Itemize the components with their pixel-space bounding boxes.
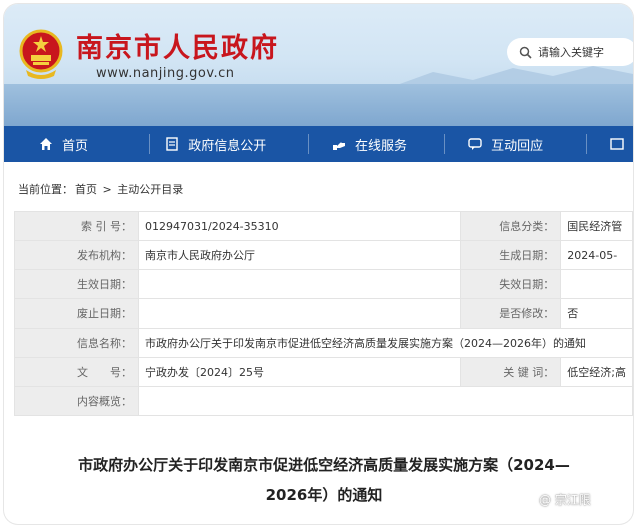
nav-divider <box>444 134 446 154</box>
nav-divider <box>149 134 151 154</box>
nav-label-home: 首页 <box>62 138 89 154</box>
nav-item-interaction[interactable]: 互动回应 <box>467 126 586 162</box>
nav-item-gov-info[interactable]: 政府信息公开 <box>164 126 308 162</box>
home-icon <box>40 138 52 150</box>
breadcrumb: 当前位置： 首页 > 主动公开目录 <box>18 181 185 197</box>
keywords-value: 低空经济;高 <box>560 356 633 387</box>
document-icon <box>166 137 178 151</box>
created-label: 生成日期： <box>460 240 562 271</box>
effective-label: 生效日期： <box>14 269 139 300</box>
nav-divider <box>308 134 309 154</box>
expire-value <box>560 269 633 300</box>
summary-label: 内容概览： <box>14 385 139 417</box>
nav-label-gov-info: 政府信息公开 <box>188 138 267 154</box>
effective-value <box>137 269 462 300</box>
name-value: 市政府办公厅关于印发南京市促进低空经济高质量发展实施方案（2024—2026年）… <box>138 327 633 358</box>
info-table: 索 引 号： 012947031/2024-35310 信息分类： 国民经济管 … <box>14 210 633 417</box>
search-icon[interactable] <box>519 46 532 59</box>
name-label: 信息名称： <box>14 327 139 358</box>
document-title: 市政府办公厅关于印发南京市促进低空经济高质量发展实施方案（2024— 2026年… <box>44 450 604 510</box>
summary-value <box>138 385 633 417</box>
created-value: 2024-05- <box>560 240 633 271</box>
site-title[interactable]: 南京市人民政府 <box>76 26 279 65</box>
modified-value: 否 <box>560 298 633 329</box>
table-row: 信息名称： 市政府办公厅关于印发南京市促进低空经济高质量发展实施方案（2024—… <box>14 327 633 358</box>
index-label: 索 引 号： <box>14 210 139 242</box>
chat-icon <box>468 138 482 150</box>
publisher-label: 发布机构： <box>14 240 139 271</box>
nav-divider <box>586 134 587 154</box>
lake-background <box>4 84 633 126</box>
table-row: 废止日期： 是否修改： 否 <box>14 298 633 329</box>
keywords-label: 关 键 词： <box>460 356 562 387</box>
modified-label: 是否修改： <box>460 298 562 329</box>
publisher-value: 南京市人民政府办公厅 <box>137 240 462 271</box>
document-title-line1: 市政府办公厅关于印发南京市促进低空经济高质量发展实施方案（2024— <box>78 456 570 474</box>
nav-label-online-service: 在线服务 <box>354 138 407 154</box>
table-row: 内容概览： <box>14 385 633 417</box>
table-row: 发布机构： 南京市人民政府办公厅 生成日期： 2024-05- <box>14 240 633 271</box>
header-banner: 南京市人民政府 www.nanjing.gov.cn 请输入关键字 <box>4 4 633 126</box>
national-emblem-icon <box>19 29 63 79</box>
table-row: 文 号： 宁政办发〔2024〕25号 关 键 词： 低空经济;高 <box>14 356 633 387</box>
page-frame: 南京市人民政府 www.nanjing.gov.cn 请输入关键字 首页 政府信… <box>4 4 633 524</box>
category-label: 信息分类： <box>460 210 562 242</box>
watermark: @ 宗江限 <box>539 493 591 507</box>
expire-label: 失效日期： <box>460 269 562 300</box>
search-placeholder: 请输入关键字 <box>538 46 604 59</box>
nav-label-interaction: 互动回应 <box>491 138 544 154</box>
site-url: www.nanjing.gov.cn <box>96 66 235 81</box>
abolish-value <box>137 298 462 329</box>
category-value: 国民经济管 <box>560 210 633 242</box>
breadcrumb-home-link[interactable]: 首页 <box>75 183 97 196</box>
main-nav: 首页 政府信息公开 在线服务 互动回应 <box>4 126 633 162</box>
breadcrumb-prefix: 当前位置： <box>18 183 73 196</box>
docno-label: 文 号： <box>14 356 139 387</box>
abolish-label: 废止日期： <box>14 298 139 329</box>
breadcrumb-current[interactable]: 主动公开目录 <box>117 183 183 196</box>
table-row: 生效日期： 失效日期： <box>14 269 633 300</box>
table-row: 索 引 号： 012947031/2024-35310 信息分类： 国民经济管 <box>14 210 633 242</box>
breadcrumb-separator: > <box>102 183 112 196</box>
docno-value: 宁政办发〔2024〕25号 <box>137 356 462 387</box>
nav-item-online-service[interactable]: 在线服务 <box>331 126 444 162</box>
nav-item-home[interactable]: 首页 <box>38 126 149 162</box>
nav-item-more[interactable] <box>609 126 633 162</box>
search-input[interactable]: 请输入关键字 <box>507 38 633 66</box>
service-icon <box>332 142 345 150</box>
more-nav-icon <box>610 138 624 150</box>
document-title-line2: 2026年）的通知 <box>265 486 383 504</box>
index-value: 012947031/2024-35310 <box>137 210 462 242</box>
